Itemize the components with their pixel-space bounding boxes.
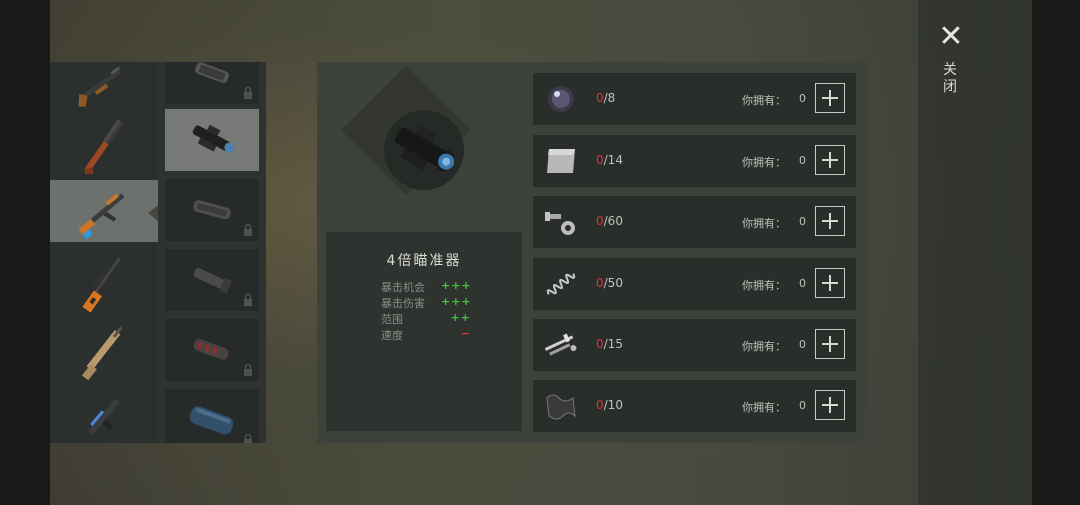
- material-count: 0/50: [596, 276, 623, 290]
- lock-icon: [244, 434, 252, 443]
- material-count: 0/8: [596, 91, 616, 105]
- material-count: 0/15: [596, 337, 623, 351]
- stat-row-crit-chance: 暴击机会 +++: [381, 279, 491, 294]
- material-count: 0/10: [596, 398, 623, 412]
- owned-label: 你拥有：: [742, 340, 786, 353]
- lock-icon: [244, 224, 252, 236]
- lock-icon: [244, 364, 252, 376]
- material-row-metal-sheet: 0/14 你拥有： 0: [533, 135, 856, 187]
- material-row-spring: 0/50 你拥有： 0: [533, 258, 856, 310]
- close-area: [918, 0, 1032, 505]
- left-edge: [0, 0, 50, 505]
- weapon-slot-scar-rifle[interactable]: [50, 318, 158, 381]
- add-spring-button[interactable]: [815, 268, 845, 298]
- owned-label: 你拥有：: [742, 401, 786, 414]
- weapon-slot-shotgun-pump[interactable]: [50, 62, 158, 116]
- rubber-sheet-icon: [546, 394, 576, 420]
- attachment-slot-flash-hider[interactable]: [165, 249, 259, 311]
- attachment-slot-muzzle[interactable]: [165, 62, 259, 104]
- attachment-slot-suppressor[interactable]: [165, 389, 259, 443]
- stat-row-speed: 速度 −: [381, 327, 491, 342]
- add-gun-parts-button[interactable]: [815, 329, 845, 359]
- owned-label: 你拥有：: [742, 94, 786, 107]
- weapon-slot-double-barrel[interactable]: [50, 114, 158, 176]
- item-title: 4倍瞄准器: [386, 253, 462, 269]
- stat-row-crit-damage: 暴击伤害 +++: [381, 295, 491, 310]
- owned-value: 0: [799, 399, 806, 412]
- owned-value: 0: [799, 338, 806, 351]
- stat-label: 范围: [381, 313, 403, 326]
- add-rubber-sheet-button[interactable]: [815, 390, 845, 420]
- stat-label: 暴击伤害: [381, 297, 425, 310]
- owned-value: 0: [799, 215, 806, 228]
- add-metal-sheet-button[interactable]: [815, 145, 845, 175]
- add-bolts-button[interactable]: [815, 206, 845, 236]
- spring-icon: [546, 273, 576, 295]
- material-row-lens: 0/8 你拥有： 0: [533, 73, 856, 125]
- stat-value: +++: [441, 295, 472, 308]
- attachment-slot-compensator[interactable]: [165, 179, 259, 241]
- add-lens-button[interactable]: [815, 83, 845, 113]
- owned-label: 你拥有：: [742, 217, 786, 230]
- attachment-slot-4x-scope[interactable]: [165, 109, 259, 171]
- stat-label: 暴击机会: [381, 281, 425, 294]
- material-count: 0/14: [596, 153, 623, 167]
- stat-label: 速度: [381, 329, 403, 342]
- material-row-gun-parts: 0/15 你拥有： 0: [533, 319, 856, 371]
- attachment-slot-muzzle-brake[interactable]: [165, 319, 259, 381]
- gun-parts-icon: [544, 333, 577, 356]
- material-row-bolts: 0/60 你拥有： 0: [533, 196, 856, 248]
- material-count: 0/60: [596, 214, 623, 228]
- weapon-slot-sniper-rifle[interactable]: [50, 250, 158, 312]
- weapon-slot-m4-rifle[interactable]: [50, 386, 158, 443]
- close-icon[interactable]: ✕: [936, 22, 966, 52]
- material-row-rubber-sheet: 0/10 你拥有： 0: [533, 380, 856, 432]
- metal-sheet-icon: [547, 149, 575, 173]
- owned-value: 0: [799, 92, 806, 105]
- lens-icon: [548, 86, 574, 112]
- weapon-slot-ak-rifle[interactable]: [50, 180, 158, 242]
- owned-value: 0: [799, 277, 806, 290]
- lock-icon: [244, 294, 252, 306]
- scope-icon: [394, 125, 455, 173]
- owned-label: 你拥有：: [742, 156, 786, 169]
- owned-label: 你拥有：: [742, 279, 786, 292]
- stat-value: −: [460, 327, 471, 340]
- weapon-list[interactable]: [50, 62, 158, 443]
- stat-value: +++: [441, 279, 472, 292]
- stat-row-range: 范围 ++: [381, 311, 491, 326]
- attachment-list[interactable]: [158, 62, 266, 443]
- right-edge: [1032, 0, 1080, 505]
- bolts-icon: [545, 212, 575, 235]
- lock-icon: [244, 87, 252, 99]
- owned-value: 0: [799, 154, 806, 167]
- selection-pointer: [148, 205, 158, 221]
- stat-value: ++: [450, 311, 471, 324]
- close-label[interactable]: 关闭: [941, 62, 959, 96]
